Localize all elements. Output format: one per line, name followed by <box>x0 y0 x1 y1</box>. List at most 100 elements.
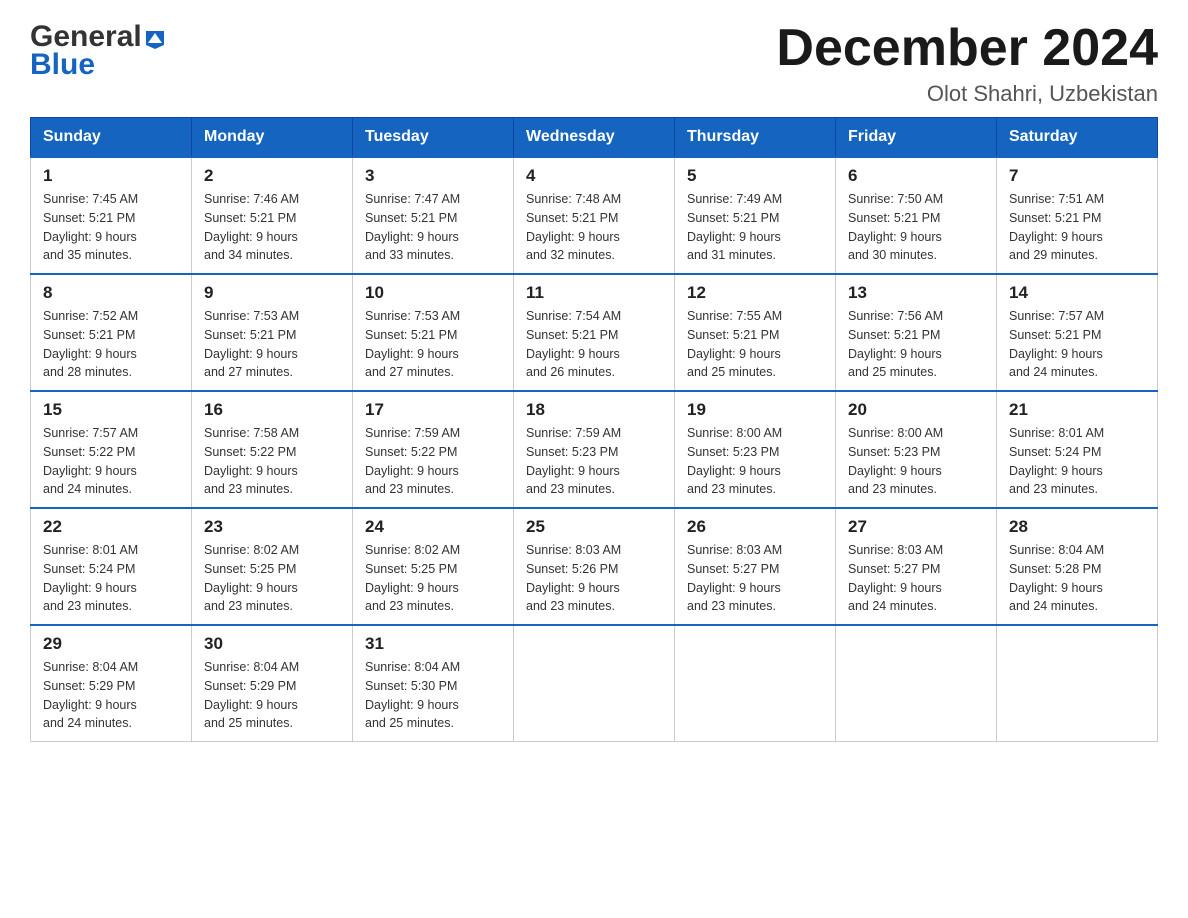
day-number-29: 29 <box>43 634 179 654</box>
calendar-empty-cell <box>514 625 675 742</box>
day-number-18: 18 <box>526 400 662 420</box>
day-info-19: Sunrise: 8:00 AMSunset: 5:23 PMDaylight:… <box>687 424 823 499</box>
day-number-3: 3 <box>365 166 501 186</box>
day-info-20: Sunrise: 8:00 AMSunset: 5:23 PMDaylight:… <box>848 424 984 499</box>
calendar-week-4: 22Sunrise: 8:01 AMSunset: 5:24 PMDayligh… <box>31 508 1158 625</box>
calendar-body: 1Sunrise: 7:45 AMSunset: 5:21 PMDaylight… <box>31 157 1158 742</box>
day-number-1: 1 <box>43 166 179 186</box>
calendar-week-5: 29 Sunrise: 8:04 AMSunset: 5:29 PMDayligh… <box>31 625 1158 742</box>
day-info-9: Sunrise: 7:53 AMSunset: 5:21 PMDaylight:… <box>204 307 340 382</box>
calendar-day-13: 13Sunrise: 7:56 AMSunset: 5:21 PMDayligh… <box>836 274 997 391</box>
day-number-6: 6 <box>848 166 984 186</box>
calendar-week-1: 1Sunrise: 7:45 AMSunset: 5:21 PMDaylight… <box>31 157 1158 274</box>
day-number-16: 16 <box>204 400 340 420</box>
calendar-day-15: 15 Sunrise: 7:57 AMSunset: 5:22 PMDayligh… <box>31 391 192 508</box>
day-number-28: 28 <box>1009 517 1145 537</box>
day-number-2: 2 <box>204 166 340 186</box>
calendar-day-24: 24 Sunrise: 8:02 AMSunset: 5:25 PMDayligh… <box>353 508 514 625</box>
calendar-day-16: 16 Sunrise: 7:58 AMSunset: 5:22 PMDayligh… <box>192 391 353 508</box>
day-info-6: Sunrise: 7:50 AMSunset: 5:21 PMDaylight:… <box>848 190 984 265</box>
weekday-header-friday: Friday <box>836 118 997 158</box>
day-info-11: Sunrise: 7:54 AMSunset: 5:21 PMDaylight:… <box>526 307 662 382</box>
day-info-10: Sunrise: 7:53 AMSunset: 5:21 PMDaylight:… <box>365 307 501 382</box>
day-number-23: 23 <box>204 517 340 537</box>
calendar-day-10: 10 Sunrise: 7:53 AMSunset: 5:21 PMDayligh… <box>353 274 514 391</box>
day-number-26: 26 <box>687 517 823 537</box>
calendar-day-27: 27Sunrise: 8:03 AMSunset: 5:27 PMDayligh… <box>836 508 997 625</box>
day-info-4: Sunrise: 7:48 AMSunset: 5:21 PMDaylight:… <box>526 190 662 265</box>
calendar-day-20: 20Sunrise: 8:00 AMSunset: 5:23 PMDayligh… <box>836 391 997 508</box>
day-info-27: Sunrise: 8:03 AMSunset: 5:27 PMDaylight:… <box>848 541 984 616</box>
calendar-day-26: 26 Sunrise: 8:03 AMSunset: 5:27 PMDayligh… <box>675 508 836 625</box>
calendar-day-14: 14 Sunrise: 7:57 AMSunset: 5:21 PMDayligh… <box>997 274 1158 391</box>
day-info-16: Sunrise: 7:58 AMSunset: 5:22 PMDaylight:… <box>204 424 340 499</box>
calendar-header: SundayMondayTuesdayWednesdayThursdayFrid… <box>31 118 1158 158</box>
calendar-day-3: 3 Sunrise: 7:47 AMSunset: 5:21 PMDaylight… <box>353 157 514 274</box>
day-info-24: Sunrise: 8:02 AMSunset: 5:25 PMDaylight:… <box>365 541 501 616</box>
day-info-26: Sunrise: 8:03 AMSunset: 5:27 PMDaylight:… <box>687 541 823 616</box>
weekday-header-wednesday: Wednesday <box>514 118 675 158</box>
logo-blue: Blue <box>30 48 95 82</box>
calendar-day-19: 19 Sunrise: 8:00 AMSunset: 5:23 PMDayligh… <box>675 391 836 508</box>
logo-triangle-icon <box>144 27 166 49</box>
calendar-day-21: 21 Sunrise: 8:01 AMSunset: 5:24 PMDayligh… <box>997 391 1158 508</box>
day-number-12: 12 <box>687 283 823 303</box>
calendar-week-2: 8 Sunrise: 7:52 AMSunset: 5:21 PMDaylight… <box>31 274 1158 391</box>
day-info-30: Sunrise: 8:04 AMSunset: 5:29 PMDaylight:… <box>204 658 340 733</box>
weekday-header-thursday: Thursday <box>675 118 836 158</box>
calendar-day-28: 28 Sunrise: 8:04 AMSunset: 5:28 PMDayligh… <box>997 508 1158 625</box>
calendar-day-7: 7Sunrise: 7:51 AMSunset: 5:21 PMDaylight… <box>997 157 1158 274</box>
day-info-31: Sunrise: 8:04 AMSunset: 5:30 PMDaylight:… <box>365 658 501 733</box>
day-info-15: Sunrise: 7:57 AMSunset: 5:22 PMDaylight:… <box>43 424 179 499</box>
day-number-24: 24 <box>365 517 501 537</box>
day-info-17: Sunrise: 7:59 AMSunset: 5:22 PMDaylight:… <box>365 424 501 499</box>
page-header: General Blue December 2024 Olot Shahri, … <box>30 20 1158 107</box>
calendar-day-18: 18 Sunrise: 7:59 AMSunset: 5:23 PMDayligh… <box>514 391 675 508</box>
calendar-day-4: 4Sunrise: 7:48 AMSunset: 5:21 PMDaylight… <box>514 157 675 274</box>
weekday-header-row: SundayMondayTuesdayWednesdayThursdayFrid… <box>31 118 1158 158</box>
day-number-15: 15 <box>43 400 179 420</box>
calendar-empty-cell <box>997 625 1158 742</box>
day-info-14: Sunrise: 7:57 AMSunset: 5:21 PMDaylight:… <box>1009 307 1145 382</box>
day-info-8: Sunrise: 7:52 AMSunset: 5:21 PMDaylight:… <box>43 307 179 382</box>
day-number-8: 8 <box>43 283 179 303</box>
calendar-day-5: 5Sunrise: 7:49 AMSunset: 5:21 PMDaylight… <box>675 157 836 274</box>
day-info-3: Sunrise: 7:47 AMSunset: 5:21 PMDaylight:… <box>365 190 501 265</box>
day-number-10: 10 <box>365 283 501 303</box>
day-number-30: 30 <box>204 634 340 654</box>
calendar-day-9: 9Sunrise: 7:53 AMSunset: 5:21 PMDaylight… <box>192 274 353 391</box>
calendar-empty-cell <box>836 625 997 742</box>
day-info-21: Sunrise: 8:01 AMSunset: 5:24 PMDaylight:… <box>1009 424 1145 499</box>
day-number-19: 19 <box>687 400 823 420</box>
day-info-5: Sunrise: 7:49 AMSunset: 5:21 PMDaylight:… <box>687 190 823 265</box>
calendar-day-29: 29 Sunrise: 8:04 AMSunset: 5:29 PMDayligh… <box>31 625 192 742</box>
weekday-header-saturday: Saturday <box>997 118 1158 158</box>
day-info-29: Sunrise: 8:04 AMSunset: 5:29 PMDaylight:… <box>43 658 179 733</box>
calendar-day-12: 12 Sunrise: 7:55 AMSunset: 5:21 PMDayligh… <box>675 274 836 391</box>
location: Olot Shahri, Uzbekistan <box>776 81 1158 107</box>
day-info-18: Sunrise: 7:59 AMSunset: 5:23 PMDaylight:… <box>526 424 662 499</box>
day-info-28: Sunrise: 8:04 AMSunset: 5:28 PMDaylight:… <box>1009 541 1145 616</box>
day-number-14: 14 <box>1009 283 1145 303</box>
calendar-table: SundayMondayTuesdayWednesdayThursdayFrid… <box>30 117 1158 742</box>
calendar-day-22: 22Sunrise: 8:01 AMSunset: 5:24 PMDayligh… <box>31 508 192 625</box>
day-info-22: Sunrise: 8:01 AMSunset: 5:24 PMDaylight:… <box>43 541 179 616</box>
day-info-13: Sunrise: 7:56 AMSunset: 5:21 PMDaylight:… <box>848 307 984 382</box>
logo: General Blue <box>30 20 166 82</box>
day-info-12: Sunrise: 7:55 AMSunset: 5:21 PMDaylight:… <box>687 307 823 382</box>
calendar-day-2: 2Sunrise: 7:46 AMSunset: 5:21 PMDaylight… <box>192 157 353 274</box>
day-number-21: 21 <box>1009 400 1145 420</box>
day-number-17: 17 <box>365 400 501 420</box>
month-title: December 2024 <box>776 20 1158 77</box>
day-info-25: Sunrise: 8:03 AMSunset: 5:26 PMDaylight:… <box>526 541 662 616</box>
calendar-day-8: 8 Sunrise: 7:52 AMSunset: 5:21 PMDaylight… <box>31 274 192 391</box>
calendar-day-11: 11 Sunrise: 7:54 AMSunset: 5:21 PMDayligh… <box>514 274 675 391</box>
day-info-23: Sunrise: 8:02 AMSunset: 5:25 PMDaylight:… <box>204 541 340 616</box>
calendar-day-30: 30 Sunrise: 8:04 AMSunset: 5:29 PMDayligh… <box>192 625 353 742</box>
day-number-11: 11 <box>526 283 662 303</box>
calendar-day-23: 23 Sunrise: 8:02 AMSunset: 5:25 PMDayligh… <box>192 508 353 625</box>
weekday-header-sunday: Sunday <box>31 118 192 158</box>
weekday-header-tuesday: Tuesday <box>353 118 514 158</box>
title-section: December 2024 Olot Shahri, Uzbekistan <box>776 20 1158 107</box>
calendar-day-6: 6 Sunrise: 7:50 AMSunset: 5:21 PMDaylight… <box>836 157 997 274</box>
